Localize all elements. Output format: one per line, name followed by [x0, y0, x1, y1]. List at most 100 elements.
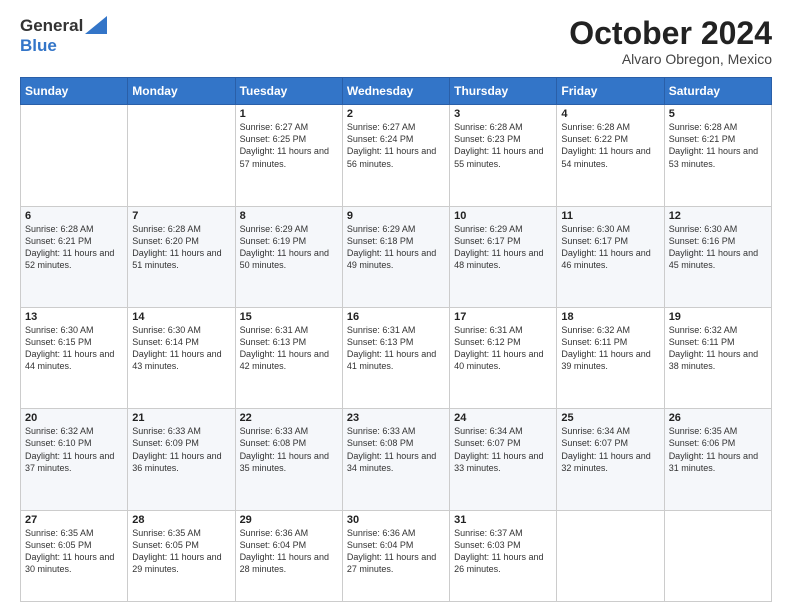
day-number: 12 — [669, 210, 767, 222]
calendar-cell: 3Sunrise: 6:28 AMSunset: 6:23 PMDaylight… — [450, 105, 557, 206]
day-number: 28 — [132, 514, 230, 526]
day-number: 5 — [669, 108, 767, 120]
calendar-cell: 16Sunrise: 6:31 AMSunset: 6:13 PMDayligh… — [342, 307, 449, 408]
calendar-cell: 17Sunrise: 6:31 AMSunset: 6:12 PMDayligh… — [450, 307, 557, 408]
calendar-cell: 21Sunrise: 6:33 AMSunset: 6:09 PMDayligh… — [128, 409, 235, 510]
week-row-3: 13Sunrise: 6:30 AMSunset: 6:15 PMDayligh… — [21, 307, 772, 408]
calendar-cell: 26Sunrise: 6:35 AMSunset: 6:06 PMDayligh… — [664, 409, 771, 510]
cell-info: Sunrise: 6:29 AMSunset: 6:17 PMDaylight:… — [454, 223, 552, 272]
weekday-header-friday: Friday — [557, 78, 664, 105]
weekday-header-row: SundayMondayTuesdayWednesdayThursdayFrid… — [21, 78, 772, 105]
calendar-cell: 25Sunrise: 6:34 AMSunset: 6:07 PMDayligh… — [557, 409, 664, 510]
calendar-cell: 4Sunrise: 6:28 AMSunset: 6:22 PMDaylight… — [557, 105, 664, 206]
cell-info: Sunrise: 6:35 AMSunset: 6:05 PMDaylight:… — [132, 527, 230, 576]
calendar-cell — [21, 105, 128, 206]
day-number: 1 — [240, 108, 338, 120]
calendar-cell: 28Sunrise: 6:35 AMSunset: 6:05 PMDayligh… — [128, 510, 235, 601]
cell-info: Sunrise: 6:35 AMSunset: 6:06 PMDaylight:… — [669, 425, 767, 474]
calendar-cell: 20Sunrise: 6:32 AMSunset: 6:10 PMDayligh… — [21, 409, 128, 510]
day-number: 11 — [561, 210, 659, 222]
calendar-cell: 12Sunrise: 6:30 AMSunset: 6:16 PMDayligh… — [664, 206, 771, 307]
calendar-cell: 18Sunrise: 6:32 AMSunset: 6:11 PMDayligh… — [557, 307, 664, 408]
weekday-header-saturday: Saturday — [664, 78, 771, 105]
calendar-cell: 29Sunrise: 6:36 AMSunset: 6:04 PMDayligh… — [235, 510, 342, 601]
month-title: October 2024 — [569, 16, 772, 51]
day-number: 4 — [561, 108, 659, 120]
calendar-cell: 15Sunrise: 6:31 AMSunset: 6:13 PMDayligh… — [235, 307, 342, 408]
cell-info: Sunrise: 6:35 AMSunset: 6:05 PMDaylight:… — [25, 527, 123, 576]
day-number: 30 — [347, 514, 445, 526]
calendar-cell: 22Sunrise: 6:33 AMSunset: 6:08 PMDayligh… — [235, 409, 342, 510]
calendar-cell: 2Sunrise: 6:27 AMSunset: 6:24 PMDaylight… — [342, 105, 449, 206]
cell-info: Sunrise: 6:30 AMSunset: 6:15 PMDaylight:… — [25, 324, 123, 373]
calendar-cell — [128, 105, 235, 206]
calendar-cell: 11Sunrise: 6:30 AMSunset: 6:17 PMDayligh… — [557, 206, 664, 307]
day-number: 23 — [347, 412, 445, 424]
calendar-cell — [664, 510, 771, 601]
day-number: 20 — [25, 412, 123, 424]
day-number: 26 — [669, 412, 767, 424]
day-number: 14 — [132, 311, 230, 323]
cell-info: Sunrise: 6:37 AMSunset: 6:03 PMDaylight:… — [454, 527, 552, 576]
week-row-1: 1Sunrise: 6:27 AMSunset: 6:25 PMDaylight… — [21, 105, 772, 206]
day-number: 29 — [240, 514, 338, 526]
header: General Blue October 2024 Alvaro Obregon… — [20, 16, 772, 67]
day-number: 31 — [454, 514, 552, 526]
calendar-cell: 27Sunrise: 6:35 AMSunset: 6:05 PMDayligh… — [21, 510, 128, 601]
cell-info: Sunrise: 6:28 AMSunset: 6:20 PMDaylight:… — [132, 223, 230, 272]
calendar-cell: 1Sunrise: 6:27 AMSunset: 6:25 PMDaylight… — [235, 105, 342, 206]
day-number: 21 — [132, 412, 230, 424]
week-row-4: 20Sunrise: 6:32 AMSunset: 6:10 PMDayligh… — [21, 409, 772, 510]
day-number: 18 — [561, 311, 659, 323]
calendar-cell: 30Sunrise: 6:36 AMSunset: 6:04 PMDayligh… — [342, 510, 449, 601]
week-row-2: 6Sunrise: 6:28 AMSunset: 6:21 PMDaylight… — [21, 206, 772, 307]
cell-info: Sunrise: 6:31 AMSunset: 6:13 PMDaylight:… — [240, 324, 338, 373]
calendar-cell: 10Sunrise: 6:29 AMSunset: 6:17 PMDayligh… — [450, 206, 557, 307]
day-number: 25 — [561, 412, 659, 424]
weekday-header-sunday: Sunday — [21, 78, 128, 105]
cell-info: Sunrise: 6:30 AMSunset: 6:14 PMDaylight:… — [132, 324, 230, 373]
cell-info: Sunrise: 6:28 AMSunset: 6:23 PMDaylight:… — [454, 121, 552, 170]
day-number: 10 — [454, 210, 552, 222]
calendar-cell — [557, 510, 664, 601]
day-number: 6 — [25, 210, 123, 222]
logo-icon — [85, 16, 107, 34]
calendar-cell: 13Sunrise: 6:30 AMSunset: 6:15 PMDayligh… — [21, 307, 128, 408]
cell-info: Sunrise: 6:28 AMSunset: 6:21 PMDaylight:… — [669, 121, 767, 170]
location-subtitle: Alvaro Obregon, Mexico — [569, 51, 772, 67]
day-number: 3 — [454, 108, 552, 120]
day-number: 19 — [669, 311, 767, 323]
title-block: October 2024 Alvaro Obregon, Mexico — [569, 16, 772, 67]
day-number: 8 — [240, 210, 338, 222]
calendar-cell: 31Sunrise: 6:37 AMSunset: 6:03 PMDayligh… — [450, 510, 557, 601]
day-number: 9 — [347, 210, 445, 222]
cell-info: Sunrise: 6:28 AMSunset: 6:22 PMDaylight:… — [561, 121, 659, 170]
week-row-5: 27Sunrise: 6:35 AMSunset: 6:05 PMDayligh… — [21, 510, 772, 601]
day-number: 2 — [347, 108, 445, 120]
cell-info: Sunrise: 6:32 AMSunset: 6:10 PMDaylight:… — [25, 425, 123, 474]
weekday-header-monday: Monday — [128, 78, 235, 105]
day-number: 7 — [132, 210, 230, 222]
day-number: 13 — [25, 311, 123, 323]
cell-info: Sunrise: 6:34 AMSunset: 6:07 PMDaylight:… — [454, 425, 552, 474]
cell-info: Sunrise: 6:33 AMSunset: 6:09 PMDaylight:… — [132, 425, 230, 474]
weekday-header-tuesday: Tuesday — [235, 78, 342, 105]
day-number: 27 — [25, 514, 123, 526]
cell-info: Sunrise: 6:29 AMSunset: 6:18 PMDaylight:… — [347, 223, 445, 272]
cell-info: Sunrise: 6:30 AMSunset: 6:16 PMDaylight:… — [669, 223, 767, 272]
day-number: 15 — [240, 311, 338, 323]
calendar-cell: 9Sunrise: 6:29 AMSunset: 6:18 PMDaylight… — [342, 206, 449, 307]
day-number: 17 — [454, 311, 552, 323]
cell-info: Sunrise: 6:27 AMSunset: 6:24 PMDaylight:… — [347, 121, 445, 170]
weekday-header-thursday: Thursday — [450, 78, 557, 105]
day-number: 22 — [240, 412, 338, 424]
calendar-table: SundayMondayTuesdayWednesdayThursdayFrid… — [20, 77, 772, 602]
cell-info: Sunrise: 6:36 AMSunset: 6:04 PMDaylight:… — [240, 527, 338, 576]
logo: General Blue — [20, 16, 107, 56]
cell-info: Sunrise: 6:29 AMSunset: 6:19 PMDaylight:… — [240, 223, 338, 272]
calendar-cell: 23Sunrise: 6:33 AMSunset: 6:08 PMDayligh… — [342, 409, 449, 510]
day-number: 16 — [347, 311, 445, 323]
cell-info: Sunrise: 6:31 AMSunset: 6:13 PMDaylight:… — [347, 324, 445, 373]
cell-info: Sunrise: 6:30 AMSunset: 6:17 PMDaylight:… — [561, 223, 659, 272]
calendar-cell: 7Sunrise: 6:28 AMSunset: 6:20 PMDaylight… — [128, 206, 235, 307]
